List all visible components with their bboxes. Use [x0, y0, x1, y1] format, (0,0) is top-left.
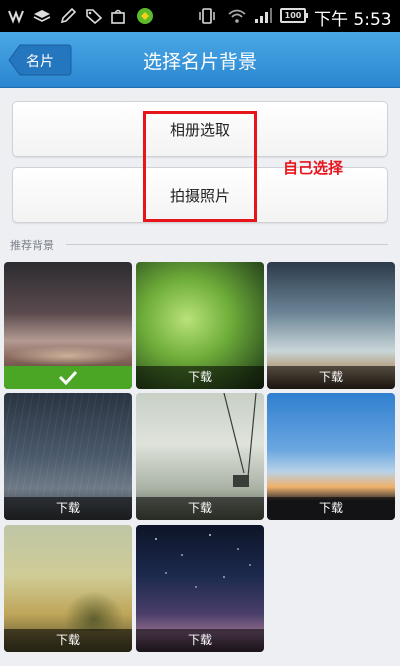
signal-icon: [252, 6, 274, 26]
app-icon: [134, 6, 156, 26]
annotation-text: 自己选择: [283, 159, 344, 177]
page-title: 选择名片背景: [142, 51, 257, 73]
annotation-highlight-box: [143, 111, 257, 222]
background-tile-8[interactable]: 下载: [136, 525, 264, 652]
background-tile-7[interactable]: 下载: [4, 525, 132, 652]
tag-icon: [84, 6, 104, 26]
background-tile-2[interactable]: 下载: [136, 262, 264, 389]
background-tile-6[interactable]: 下载: [267, 393, 395, 520]
download-label[interactable]: 下载: [4, 629, 132, 652]
download-label[interactable]: 下载: [136, 366, 264, 389]
selected-bar: [4, 366, 132, 389]
checkmark-icon: [58, 370, 78, 386]
download-label[interactable]: 下载: [136, 629, 264, 652]
weibo-icon: [6, 6, 26, 26]
background-tile-4[interactable]: 下载: [4, 393, 132, 520]
bag-icon: [108, 6, 128, 26]
battery-icon: 100: [280, 8, 308, 23]
pencil-icon: [58, 6, 78, 26]
section-divider: [66, 244, 388, 245]
wifi-icon: [226, 6, 248, 26]
background-tile-5[interactable]: 下载: [136, 393, 264, 520]
background-tile-3[interactable]: 下载: [267, 262, 395, 389]
status-time: 下午 5:53: [314, 10, 392, 30]
download-label[interactable]: 下载: [267, 497, 395, 520]
download-label[interactable]: 下载: [4, 497, 132, 520]
status-bar: 100 下午 5:53: [0, 0, 400, 32]
title-bar: 名片 选择名片背景: [0, 32, 400, 88]
vibrate-icon: [196, 6, 218, 26]
download-label[interactable]: 下载: [136, 497, 264, 520]
section-title: 推荐背景: [10, 239, 54, 252]
layers-icon: [32, 6, 52, 26]
background-tile-1[interactable]: [4, 262, 132, 389]
download-label[interactable]: 下载: [267, 366, 395, 389]
